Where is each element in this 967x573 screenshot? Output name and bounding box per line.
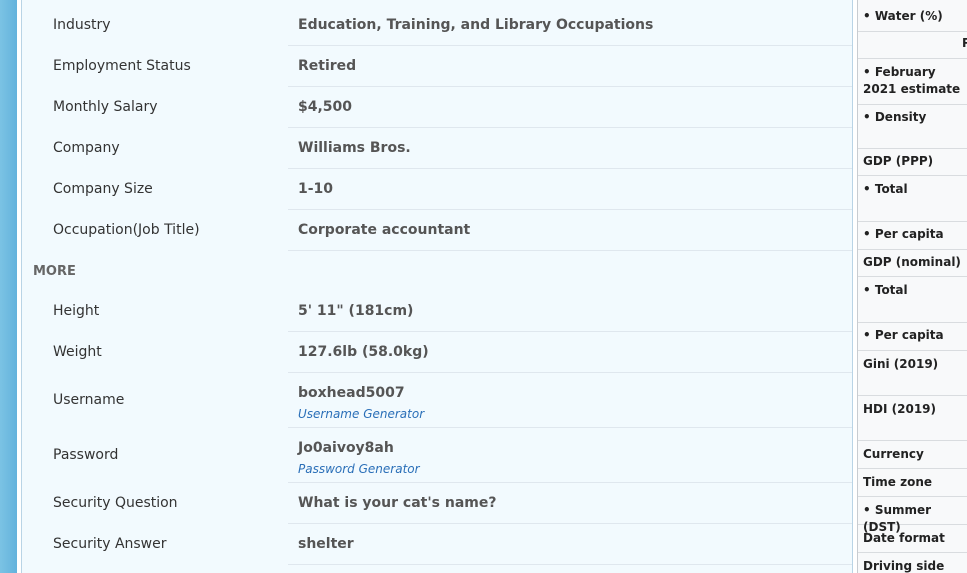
height-value-cell: 5' 11" (181cm) (288, 291, 852, 332)
infobox-row: Gini (2019) (858, 350, 967, 396)
infobox-label: • Density (863, 110, 927, 124)
password-value: Jo0aivoy8ah (298, 440, 394, 456)
infobox-row (858, 31, 967, 59)
username-generator-link[interactable]: Username Generator (298, 407, 424, 421)
company-size-value: 1-10 (298, 181, 334, 197)
username-label: Username (53, 392, 125, 408)
infobox-label: • Water (%) (863, 9, 943, 23)
industry-value: Education, Training, and Library Occupat… (298, 17, 654, 33)
detail-row-monthly-salary: Monthly Salary $4,500 (22, 87, 852, 128)
infobox-row: Time zone (858, 468, 967, 497)
weight-value: 127.6lb (58.0kg) (298, 344, 429, 360)
infobox-row: GDP (PPP) (858, 148, 967, 176)
company-size-label: Company Size (53, 181, 153, 197)
security-question-value-cell: What is your cat's name? (288, 483, 852, 524)
password-value-cell: Jo0aivoy8ah Password Generator (288, 428, 852, 483)
security-question-value: What is your cat's name? (298, 495, 497, 511)
detail-row-employment-status: Employment Status Retired (22, 46, 852, 87)
username-value-cell: boxhead5007 Username Generator (288, 373, 852, 428)
weight-value-cell: 127.6lb (58.0kg) (288, 332, 852, 373)
infobox-row: • Total (858, 276, 967, 323)
infobox-label: • February 2021 estimate (863, 65, 961, 96)
occupation-value: Corporate accountant (298, 222, 471, 238)
detail-row-occupation: Occupation(Job Title) Corporate accounta… (22, 210, 852, 251)
employment-status-label: Employment Status (53, 58, 191, 74)
company-value-cell: Williams Bros. (288, 128, 852, 169)
details-panel: Industry Education, Training, and Librar… (21, 0, 853, 573)
detail-row-password: Password Jo0aivoy8ah Password Generator (22, 428, 852, 483)
security-answer-label: Security Answer (53, 536, 167, 552)
infobox-row: • Per capita (858, 322, 967, 351)
company-size-value-cell: 1-10 (288, 169, 852, 210)
occupation-label: Occupation(Job Title) (53, 222, 200, 238)
occupation-value-cell: Corporate accountant (288, 210, 852, 251)
country-infobox: • Water (%) • February 2021 estimate • D… (857, 0, 967, 573)
height-value: 5' 11" (181cm) (298, 303, 414, 319)
infobox-label: • Per capita (863, 227, 944, 241)
infobox-row: GDP (nominal) (858, 249, 967, 277)
infobox-row: • Total (858, 175, 967, 222)
security-answer-value-cell: shelter (288, 524, 852, 565)
infobox-label: Time zone (863, 475, 933, 489)
infobox-clipped-text: P (962, 36, 967, 50)
more-section-heading: MORE (33, 264, 76, 279)
monthly-salary-label: Monthly Salary (53, 99, 158, 115)
infobox-label: Currency (863, 447, 924, 461)
height-label: Height (53, 303, 100, 319)
infobox-row: • Water (%) (858, 0, 967, 32)
company-value: Williams Bros. (298, 140, 411, 156)
monthly-salary-value: $4,500 (298, 99, 353, 115)
infobox-row: Currency (858, 440, 967, 469)
detail-row-security-question: Security Question What is your cat's nam… (22, 483, 852, 524)
detail-row-security-answer: Security Answer shelter (22, 524, 852, 565)
detail-row-company-size: Company Size 1-10 (22, 169, 852, 210)
detail-row-industry: Industry Education, Training, and Librar… (22, 5, 852, 46)
industry-label: Industry (53, 17, 111, 33)
infobox-label: Date format (863, 531, 945, 545)
industry-value-cell: Education, Training, and Library Occupat… (288, 5, 852, 46)
infobox-label: • Total (863, 283, 908, 297)
employment-status-value-cell: Retired (288, 46, 852, 87)
detail-row-company: Company Williams Bros. (22, 128, 852, 169)
weight-label: Weight (53, 344, 102, 360)
infobox-label: • Total (863, 182, 908, 196)
infobox-row: • Density (858, 104, 967, 149)
infobox-label: GDP (nominal) (863, 255, 961, 269)
infobox-label: • Per capita (863, 328, 944, 342)
detail-row-weight: Weight 127.6lb (58.0kg) (22, 332, 852, 373)
infobox-row: Date format (858, 524, 967, 553)
infobox-row: HDI (2019) (858, 395, 967, 441)
infobox-row: • February 2021 estimate (858, 58, 967, 105)
password-generator-link[interactable]: Password Generator (298, 462, 420, 476)
infobox-row: • Per capita (858, 221, 967, 250)
infobox-label: Gini (2019) (863, 357, 939, 371)
detail-row-username: Username boxhead5007 Username Generator (22, 373, 852, 428)
infobox-row: Driving side (858, 552, 967, 573)
username-value: boxhead5007 (298, 385, 405, 401)
infobox-label: GDP (PPP) (863, 154, 934, 168)
password-label: Password (53, 447, 119, 463)
infobox-label: HDI (2019) (863, 402, 937, 416)
company-label: Company (53, 140, 120, 156)
infobox-row: • Summer (DST) (858, 496, 967, 534)
security-question-label: Security Question (53, 495, 178, 511)
left-edge-stripe (0, 0, 17, 573)
security-answer-value: shelter (298, 536, 354, 552)
detail-row-height: Height 5' 11" (181cm) (22, 291, 852, 332)
monthly-salary-value-cell: $4,500 (288, 87, 852, 128)
infobox-label: Driving side (863, 559, 945, 573)
employment-status-value: Retired (298, 58, 357, 74)
